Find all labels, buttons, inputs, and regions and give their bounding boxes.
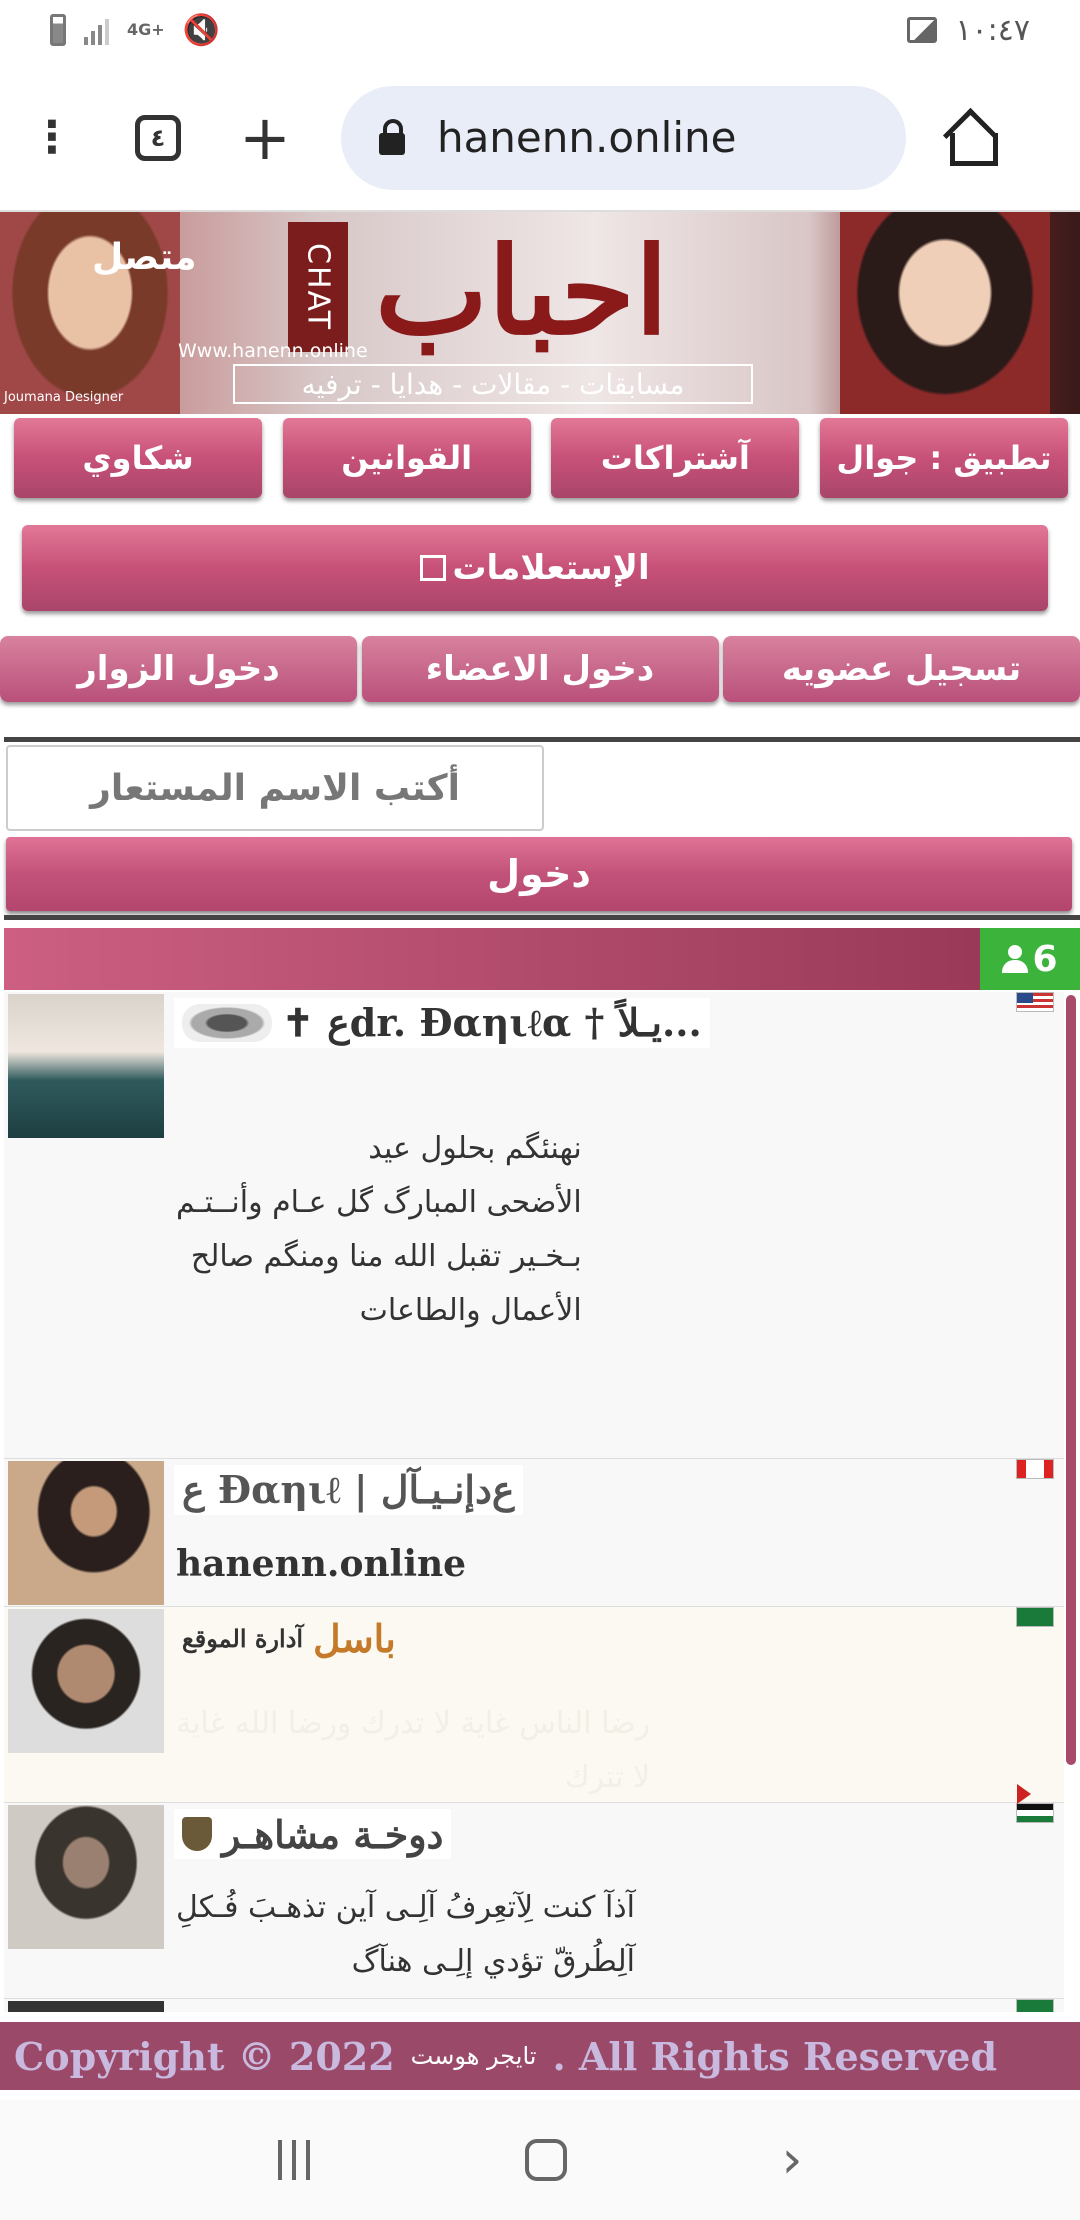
rank-badge-icon xyxy=(182,1004,272,1042)
back-button[interactable]: › xyxy=(782,2130,803,2190)
member-login-button[interactable]: دخول الاعضاء xyxy=(361,636,719,702)
clock: ١٠:٤٧ xyxy=(955,12,1030,48)
username[interactable]: آدارة الموقع باسل xyxy=(174,1613,404,1663)
status-message: نهنئگم بحلول عيد الأضحى المبارگ گل عـام … xyxy=(176,1131,582,1328)
nickname-input[interactable]: أكتب الاسم المستعار xyxy=(6,745,544,831)
status-icons-right: ١٠:٤٧ xyxy=(907,13,1030,48)
address-bar[interactable]: hanenn.online xyxy=(340,85,906,190)
online-count: 6 xyxy=(1032,938,1058,980)
list-item[interactable]: ﻉ Ðαηιℓ | ﻉدإنـيـآل hanenn.online xyxy=(4,1459,1064,1607)
register-button[interactable]: تسجيل عضويه xyxy=(723,636,1080,702)
list-item[interactable]: آدارة الموقع باسل رضا الناس غاية لا تدرك… xyxy=(4,1607,1064,1803)
rules-button[interactable]: القوانين xyxy=(282,418,531,498)
username[interactable]: دوخـة مشاهـر xyxy=(174,1809,452,1859)
flag-ca-icon xyxy=(1016,1459,1054,1479)
site-url-label: Www.hanenn.online xyxy=(178,340,368,362)
tab-switcher-button[interactable]: ٤ xyxy=(135,114,181,161)
banner-image-right xyxy=(840,212,1050,414)
username-text: باسل xyxy=(313,1615,396,1661)
list-scrollbar[interactable] xyxy=(1066,995,1076,1765)
network-type: 4G+ xyxy=(127,20,165,39)
browser-toolbar: ⋮ ٤ + hanenn.online xyxy=(0,70,1080,205)
login-button-row: دخول الزوار دخول الاعضاء تسجيل عضويه xyxy=(0,636,1080,702)
gallery-icon xyxy=(907,17,938,43)
online-users-list: ✝ ﻉdr. Ðαηιℓα † يـلاً... نهنئگم بحلول عي… xyxy=(4,992,1064,2012)
signal-icon xyxy=(84,15,109,45)
list-item[interactable]: دوخـة مشاهـر آذآ كنت لِآتعِرفُ آلِـى آين… xyxy=(4,1784,1064,1999)
status-message: آذآ كنت لِآتعِرفُ آلِـى آين تذهـبَ فُـكل… xyxy=(176,1890,635,1979)
status-message: رضا الناس غاية لا تدرك ورضا الله غاية لا… xyxy=(176,1706,651,1795)
site-tagline: مسابقات - مقالات - هدايا - ترفيه xyxy=(233,364,753,404)
status-icons-left: 4G+ 🔇 xyxy=(50,13,220,48)
users-icon xyxy=(1002,945,1029,973)
list-item[interactable]: ✝ ﻉdr. Ðαηιℓα † يـلاً... نهنئگم بحلول عي… xyxy=(4,992,1064,1459)
avatar[interactable] xyxy=(8,1609,164,1753)
nav-button-row: شكاوي القوانين آشتراكات تطبيق : جوال xyxy=(14,418,1068,498)
flag-jo-icon xyxy=(1016,1784,1054,1823)
more-vert-icon[interactable]: ⋮ xyxy=(30,115,74,159)
mobile-app-button[interactable]: تطبيق : جوال xyxy=(819,418,1068,498)
chat-label: CHAT xyxy=(288,222,348,352)
site-footer: Copyright © 2022 تايجر هوست . All Rights… xyxy=(0,2022,1080,2090)
username-text: ﻉ Ðαηιℓ | ﻉدإنـيـآل xyxy=(182,1467,515,1512)
site-logo: احباب xyxy=(375,221,669,362)
status-message: hanenn.online xyxy=(176,1543,467,1585)
list-item[interactable] xyxy=(4,1999,1064,2012)
username[interactable]: ✝ ﻉdr. Ðαηιℓα † يـلاً... xyxy=(174,998,710,1048)
subscriptions-button[interactable]: آشتراكات xyxy=(551,418,800,498)
admin-role-label: آدارة الموقع xyxy=(182,1623,304,1653)
home-nav-button[interactable] xyxy=(524,2139,567,2181)
users-header-bar xyxy=(4,928,980,990)
online-label: متصل xyxy=(92,237,197,278)
avatar[interactable] xyxy=(8,1805,164,1949)
lock-icon[interactable] xyxy=(378,118,405,155)
site-banner: متصل CHAT احباب Www.hanenn.online مسابقا… xyxy=(0,212,1080,414)
copyright-text: Copyright © 2022 xyxy=(14,2033,395,2079)
flag-sa-icon xyxy=(1016,1999,1054,2012)
host-link[interactable]: تايجر هوست xyxy=(411,2042,537,2070)
section-divider-top xyxy=(4,737,1080,742)
external-link-icon xyxy=(420,555,447,581)
rights-text: . All Rights Reserved xyxy=(552,2033,998,2079)
home-button[interactable] xyxy=(944,113,998,166)
avatar[interactable] xyxy=(8,994,164,1138)
mute-icon: 🔇 xyxy=(182,12,221,48)
flag-sa-icon xyxy=(1016,1607,1054,1627)
avatar[interactable] xyxy=(8,1461,164,1605)
status-bar: 4G+ 🔇 ١٠:٤٧ xyxy=(0,0,1080,60)
recents-button[interactable] xyxy=(277,2140,310,2180)
new-tab-button[interactable]: + xyxy=(239,106,291,168)
flag-us-icon xyxy=(1016,992,1054,1012)
shield-icon xyxy=(182,1817,212,1851)
avatar[interactable] xyxy=(8,2001,164,2012)
username-text: دوخـة مشاهـر xyxy=(222,1811,444,1857)
username[interactable]: ﻉ Ðαηιℓ | ﻉدإنـيـآل xyxy=(174,1465,523,1515)
system-nav-bar: › xyxy=(0,2100,1080,2220)
complaints-button[interactable]: شكاوي xyxy=(14,418,262,498)
queries-label: الإستعلامات xyxy=(452,548,650,588)
queries-button[interactable]: الإستعلامات xyxy=(22,525,1048,611)
battery-icon xyxy=(50,14,66,46)
section-divider-bottom xyxy=(4,915,1080,920)
username-text: ✝ ﻉdr. Ðαηιℓα † يـلاً... xyxy=(282,1000,702,1045)
url-text: hanenn.online xyxy=(436,113,737,162)
guest-login-button[interactable]: دخول الزوار xyxy=(0,636,357,702)
enter-button[interactable]: دخول xyxy=(6,837,1072,911)
designer-credit: Joumana Designer xyxy=(4,390,124,405)
online-count-badge[interactable]: 6 xyxy=(980,928,1080,990)
